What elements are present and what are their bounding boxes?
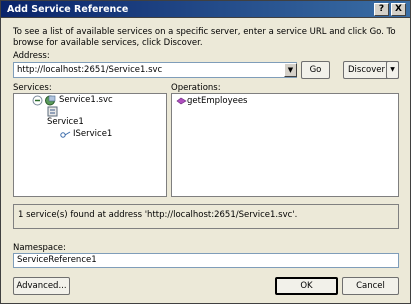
service-class-icon [47, 106, 58, 117]
status-text: 1 service(s) found at address 'http://lo… [18, 210, 298, 220]
tree-node-label: Service1.svc [59, 95, 113, 105]
method-icon [176, 97, 187, 105]
close-button[interactable]: X [391, 3, 406, 16]
operations-label: Operations: [171, 83, 221, 93]
operations-list[interactable]: getEmployees [171, 93, 399, 197]
help-button[interactable]: ? [374, 3, 389, 16]
ok-button[interactable]: OK [275, 277, 338, 295]
tree-node-label: Service1 [47, 117, 84, 127]
chevron-down-icon: ▼ [390, 66, 395, 73]
discover-dropdown-button[interactable]: ▼ [386, 61, 399, 79]
collapse-icon[interactable] [32, 95, 43, 106]
advanced-button[interactable]: Advanced... [13, 277, 70, 295]
window-title: Add Service Reference [7, 4, 129, 15]
service-globe-icon [45, 95, 56, 106]
title-bar: Add Service Reference ? X [0, 0, 411, 18]
description-text: To see a list of available services on a… [13, 27, 396, 48]
operation-label: getEmployees [187, 96, 248, 106]
chevron-down-icon: ▼ [287, 66, 294, 74]
address-input[interactable]: http://localhost:2651/Service1.svc [13, 62, 297, 78]
status-area: 1 service(s) found at address 'http://lo… [13, 204, 399, 229]
services-label: Services: [13, 83, 52, 93]
interface-icon [60, 131, 71, 138]
address-label: Address: [13, 51, 50, 61]
namespace-label: Namespace: [13, 243, 66, 253]
go-button[interactable]: Go [301, 61, 330, 79]
cancel-button[interactable]: Cancel [342, 277, 399, 295]
namespace-input[interactable]: ServiceReference1 [13, 253, 399, 268]
tree-node-label: IService1 [73, 129, 113, 139]
discover-label: Discover [348, 65, 385, 75]
services-tree[interactable]: Service1.svc Service1 IService1 [13, 93, 167, 197]
address-dropdown-arrow[interactable]: ▼ [284, 63, 297, 77]
